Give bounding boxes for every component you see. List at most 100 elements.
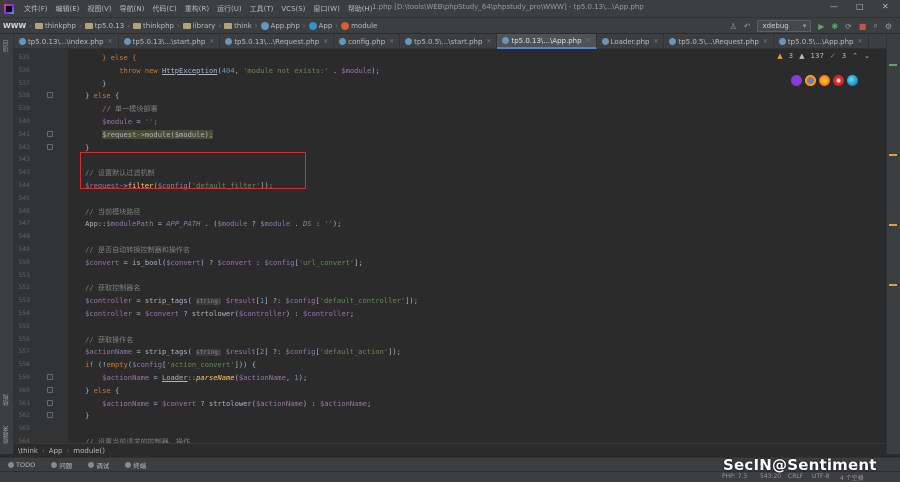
code-line[interactable]: // 当前模块路径: [68, 205, 886, 218]
code-line[interactable]: }: [68, 409, 886, 422]
minimize-icon[interactable]: —: [830, 2, 838, 11]
debug-icon[interactable]: ✱: [831, 22, 838, 31]
run-config-select[interactable]: xdebug ▾: [757, 20, 812, 32]
close-tab-icon[interactable]: ✕: [486, 38, 491, 45]
code-line[interactable]: // 单一模块部署: [68, 102, 886, 115]
code-line[interactable]: [68, 422, 886, 435]
fold-icon[interactable]: [47, 386, 53, 393]
editor-tab[interactable]: tp5.0.13\...\App.php ✕: [497, 34, 597, 49]
editor-tab[interactable]: tp5.0.5\...\start.php ✕: [400, 34, 498, 49]
gutter-line[interactable]: 543: [14, 153, 68, 166]
scroll-marker[interactable]: [889, 224, 897, 226]
code-line[interactable]: $request->module($module);: [68, 128, 886, 141]
nav-crumb-app-php[interactable]: App.php: [271, 22, 300, 30]
fold-icon[interactable]: [47, 374, 53, 380]
code-line[interactable]: [68, 192, 886, 205]
code-line[interactable]: if (!empty($config['action_convert'])) {: [68, 358, 886, 371]
terminal-tool-button[interactable]: 终端: [117, 460, 154, 470]
gutter-line[interactable]: 560: [14, 384, 68, 397]
close-tab-icon[interactable]: ✕: [209, 38, 214, 45]
close-tab-icon[interactable]: ✕: [653, 38, 658, 45]
gutter-line[interactable]: 539: [14, 102, 68, 115]
menu-refactor[interactable]: 重构(R): [181, 4, 213, 14]
caret-position-status[interactable]: 543:20: [760, 473, 781, 480]
editor-tab[interactable]: tp5.0.5\...\Request.php ✕: [664, 34, 774, 49]
tool-window-structure[interactable]: 结构: [2, 394, 11, 406]
search-icon[interactable]: ⌕: [873, 21, 877, 31]
chevron-up-icon[interactable]: ⌃: [852, 52, 858, 60]
gutter-line[interactable]: 557: [14, 345, 68, 358]
breadcrumb-method[interactable]: module(): [69, 447, 109, 455]
code-line[interactable]: $module = '';: [68, 115, 886, 128]
code-line[interactable]: $actionName = strip_tags( string: $resul…: [68, 345, 886, 358]
stop-icon[interactable]: ■: [859, 22, 867, 31]
tool-window-project[interactable]: 项目: [2, 40, 11, 52]
close-tab-icon[interactable]: ✕: [586, 37, 591, 44]
editor-tab[interactable]: Loader.php ✕: [597, 34, 665, 49]
menu-edit[interactable]: 编辑(E): [52, 4, 84, 14]
close-tab-icon[interactable]: ✕: [858, 38, 863, 45]
gutter-line[interactable]: 547: [14, 217, 68, 230]
code-line[interactable]: $request->filter($config['default_filter…: [68, 179, 886, 192]
gutter-line[interactable]: 555: [14, 320, 68, 333]
gutter-line[interactable]: 541: [14, 128, 68, 141]
code-line[interactable]: // 是否自动转换控制器和操作名: [68, 243, 886, 256]
code-line[interactable]: $controller = $convert ? strtolower($con…: [68, 307, 886, 320]
code-editor[interactable]: } else { throw new HttpException(404, 'm…: [68, 49, 886, 447]
menu-window[interactable]: 窗口(W): [309, 4, 343, 14]
gutter-line[interactable]: 563: [14, 422, 68, 435]
scroll-marker[interactable]: [889, 154, 897, 156]
nav-crumb-app-class[interactable]: App: [319, 22, 333, 30]
editor-tab[interactable]: tp5.0.13\...\start.php ✕: [119, 34, 221, 49]
editor-tab[interactable]: config.php ✕: [334, 34, 401, 49]
gutter-line[interactable]: 559: [14, 371, 68, 384]
coverage-icon[interactable]: ⟳: [845, 22, 852, 31]
back-arrow-icon[interactable]: ↶: [744, 22, 751, 31]
gutter-line[interactable]: 552: [14, 281, 68, 294]
gutter-line[interactable]: 544: [14, 179, 68, 192]
breadcrumb-class[interactable]: App: [45, 447, 67, 455]
nav-crumb-module[interactable]: module: [351, 22, 377, 30]
code-line[interactable]: App::$modulePath = APP_PATH . ($module ?…: [68, 217, 886, 230]
gutter-line[interactable]: 543: [14, 166, 68, 179]
editor-tab[interactable]: tp5.0.5\...\App.php ✕: [774, 34, 869, 49]
menu-vcs[interactable]: VCS(S): [277, 5, 309, 13]
firefox-icon[interactable]: [819, 75, 830, 86]
code-line[interactable]: // 获取控制器名: [68, 281, 886, 294]
code-line[interactable]: }: [68, 141, 886, 154]
fold-icon[interactable]: [47, 92, 53, 99]
fold-icon[interactable]: [47, 130, 53, 137]
close-tab-icon[interactable]: ✕: [323, 38, 328, 45]
fold-icon[interactable]: [47, 412, 53, 419]
gutter-line[interactable]: 549: [14, 243, 68, 256]
gutter-line[interactable]: 556: [14, 333, 68, 346]
menu-code[interactable]: 代码(C): [148, 4, 180, 14]
editor-tab[interactable]: tp5.0.13\...\index.php ✕: [14, 34, 119, 49]
nav-crumb-tp5013[interactable]: tp5.0.13: [95, 22, 124, 30]
nav-crumb-thinkphp[interactable]: thinkphp: [45, 22, 76, 30]
gutter-line[interactable]: 562: [14, 409, 68, 422]
menu-navigate[interactable]: 导航(N): [116, 4, 149, 14]
opera-icon[interactable]: [833, 75, 844, 86]
fold-icon[interactable]: [47, 143, 53, 150]
gutter-line[interactable]: 561: [14, 397, 68, 410]
gutter-line[interactable]: 551: [14, 269, 68, 282]
code-line[interactable]: // 获取操作名: [68, 333, 886, 346]
menu-file[interactable]: 文件(F): [20, 4, 52, 14]
settings-icon[interactable]: ⚙: [885, 22, 892, 31]
encoding-status[interactable]: UTF-8: [812, 473, 830, 480]
gutter-line[interactable]: 536: [14, 64, 68, 77]
line-separator-status[interactable]: CRLF: [788, 473, 803, 480]
close-tab-icon[interactable]: ✕: [389, 38, 394, 45]
menu-tools[interactable]: 工具(T): [246, 4, 278, 14]
code-line[interactable]: } else {: [68, 384, 886, 397]
code-line[interactable]: $actionName = Loader::parseName($actionN…: [68, 371, 886, 384]
gutter-line[interactable]: 558: [14, 358, 68, 371]
problems-tool-button[interactable]: 问题: [43, 460, 80, 470]
menu-run[interactable]: 运行(U): [213, 4, 246, 14]
scroll-marker[interactable]: [889, 64, 897, 66]
todo-tool-button[interactable]: TODO: [0, 461, 43, 469]
gutter-line[interactable]: 546: [14, 205, 68, 218]
code-line[interactable]: [68, 269, 886, 282]
close-tab-icon[interactable]: ✕: [108, 38, 113, 45]
